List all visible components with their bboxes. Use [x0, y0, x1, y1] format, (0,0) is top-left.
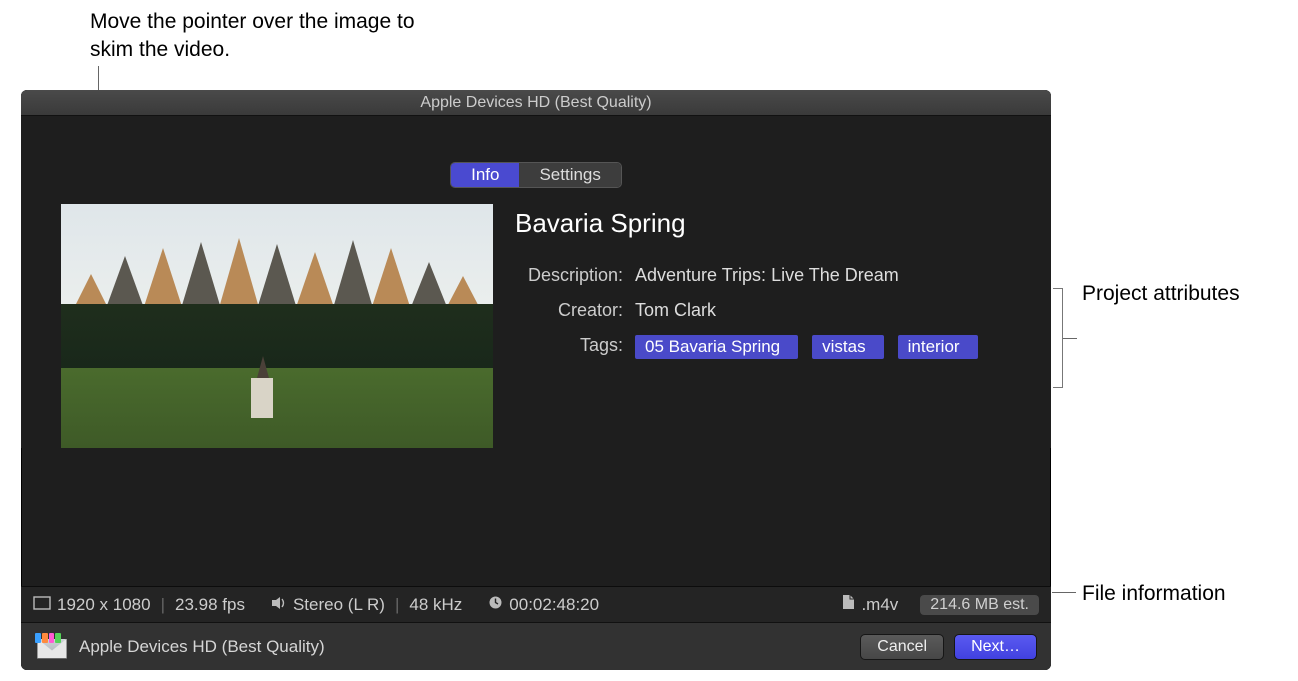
callout-fileinfo-line	[1052, 592, 1076, 593]
callout-skim: Move the pointer over the image to skim …	[90, 8, 430, 65]
row-description: Description: Adventure Trips: Live The D…	[515, 265, 1011, 286]
value-tags[interactable]: 05 Bavaria Spring vistas interior	[635, 335, 1011, 359]
thumb-church	[251, 378, 273, 418]
project-attributes: Bavaria Spring Description: Adventure Tr…	[515, 204, 1011, 448]
status-audio: Stereo (L R)	[293, 595, 385, 615]
clock-icon	[488, 595, 503, 615]
callout-fileinfo-text: File information	[1082, 582, 1226, 605]
row-tags: Tags: 05 Bavaria Spring vistas interior	[515, 335, 1011, 359]
body-area: Bavaria Spring Description: Adventure Tr…	[21, 204, 1051, 448]
label-creator: Creator:	[515, 300, 635, 321]
separator: |	[395, 595, 399, 615]
callout-skim-text: Move the pointer over the image to skim …	[90, 10, 415, 61]
window-title: Apple Devices HD (Best Quality)	[420, 94, 651, 111]
label-tags: Tags:	[515, 335, 635, 356]
value-creator[interactable]: Tom Clark	[635, 300, 1011, 321]
tab-bar: Info Settings	[21, 162, 1051, 188]
destination-icon	[35, 633, 69, 661]
tab-segment: Info Settings	[450, 162, 622, 188]
status-bar: 1920 x 1080 | 23.98 fps Stereo (L R) | 4…	[21, 586, 1051, 622]
status-duration: 00:02:48:20	[509, 595, 599, 615]
status-fps: 23.98 fps	[175, 595, 245, 615]
callout-attrs-text: Project attributes	[1082, 282, 1240, 305]
speaker-icon	[271, 595, 287, 615]
tag-pill[interactable]: 05 Bavaria Spring	[635, 335, 798, 359]
status-size: 214.6 MB est.	[920, 595, 1039, 615]
label-description: Description:	[515, 265, 635, 286]
cancel-button-label: Cancel	[877, 638, 927, 655]
video-thumbnail[interactable]	[61, 204, 493, 448]
tab-settings-label: Settings	[539, 165, 600, 184]
callout-fileinfo: File information	[1082, 580, 1226, 608]
export-dialog: Apple Devices HD (Best Quality) Info Set…	[21, 90, 1051, 670]
tab-info[interactable]: Info	[451, 163, 519, 187]
next-button-label: Next…	[971, 638, 1020, 655]
frame-size-icon	[33, 595, 51, 615]
project-title[interactable]: Bavaria Spring	[515, 208, 1011, 239]
cancel-button[interactable]: Cancel	[860, 634, 944, 660]
row-creator: Creator: Tom Clark	[515, 300, 1011, 321]
dialog-footer: Apple Devices HD (Best Quality) Cancel N…	[21, 622, 1051, 670]
file-icon	[842, 594, 855, 615]
next-button[interactable]: Next…	[954, 634, 1037, 660]
status-samplerate: 48 kHz	[409, 595, 462, 615]
destination-label: Apple Devices HD (Best Quality)	[79, 637, 325, 657]
bracket-attrs	[1053, 288, 1063, 388]
window-titlebar: Apple Devices HD (Best Quality)	[21, 90, 1051, 116]
value-description[interactable]: Adventure Trips: Live The Dream	[635, 265, 1011, 286]
thumb-steeple	[257, 356, 269, 378]
thumb-meadow	[61, 368, 493, 448]
tag-pill[interactable]: vistas	[812, 335, 883, 359]
tag-pill-container: 05 Bavaria Spring vistas interior	[635, 335, 1011, 359]
status-resolution: 1920 x 1080	[57, 595, 151, 615]
status-extension: .m4v	[861, 595, 898, 615]
tab-info-label: Info	[471, 165, 499, 184]
tag-pill[interactable]: interior	[898, 335, 978, 359]
callout-attrs-line	[1063, 338, 1077, 339]
content-area: Info Settings	[21, 116, 1051, 448]
tab-settings[interactable]: Settings	[519, 163, 620, 187]
separator: |	[161, 595, 165, 615]
callout-attrs: Project attributes	[1082, 280, 1282, 308]
